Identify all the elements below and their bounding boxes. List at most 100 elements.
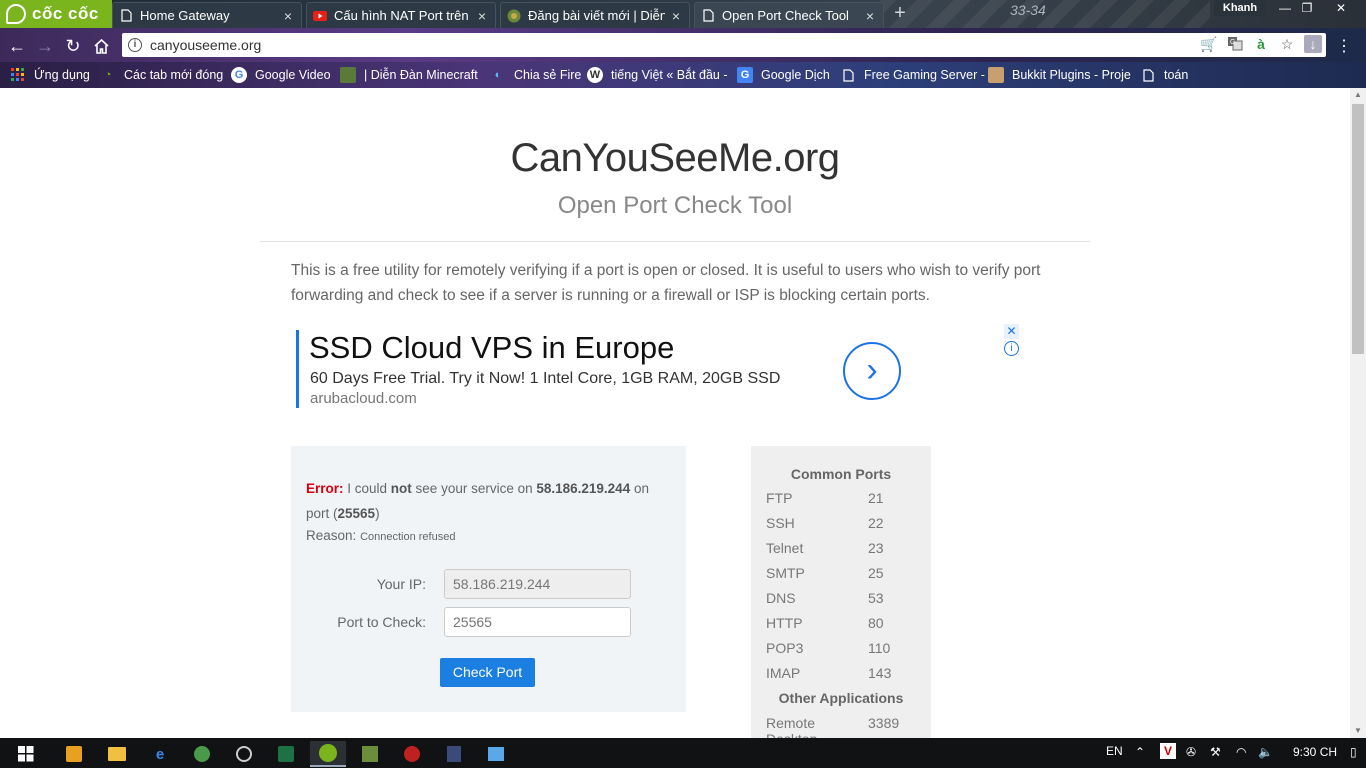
close-icon[interactable]: × bbox=[669, 8, 683, 24]
tab-home-gateway[interactable]: Home Gateway × bbox=[112, 2, 302, 28]
wifi-icon[interactable]: ◠ bbox=[1236, 745, 1246, 759]
apps-grid-icon bbox=[10, 67, 26, 83]
coccoc-logo-icon bbox=[6, 4, 26, 24]
port-row: HTTP 80 bbox=[766, 615, 926, 631]
result-not: not bbox=[390, 481, 412, 496]
port-name: IMAP bbox=[766, 665, 801, 681]
back-arrow-icon[interactable]: ← bbox=[6, 35, 28, 57]
reload-icon[interactable]: ↻ bbox=[62, 35, 84, 57]
theme-decoration-text: 33-34 bbox=[1010, 2, 1046, 18]
close-icon[interactable]: × bbox=[281, 8, 295, 24]
page-title: CanYouSeeMe.org bbox=[510, 136, 840, 180]
browser-logo[interactable]: cốc cốc bbox=[0, 0, 112, 28]
port-name: HTTP bbox=[766, 615, 803, 631]
bookmark-closed-tabs[interactable]: ◔ Các tab mới đóng bbox=[100, 66, 224, 84]
bookmark-apps[interactable]: Ứng dụng bbox=[10, 66, 90, 84]
result-ip: 58.186.219.244 bbox=[536, 481, 631, 496]
scroll-down-icon[interactable]: ▼ bbox=[1350, 724, 1366, 738]
restore-icon[interactable]: ❐ bbox=[1292, 0, 1322, 16]
tab-open-port-check[interactable]: Open Port Check Tool × bbox=[694, 2, 884, 28]
tab-strip: 33-34 cốc cốc Home Gateway × Cấu hình NA… bbox=[0, 0, 1366, 28]
unikey-icon[interactable]: V bbox=[1160, 743, 1176, 759]
scrollbar-thumb[interactable] bbox=[1352, 104, 1364, 354]
media-player-icon[interactable] bbox=[56, 741, 92, 767]
ad-close-icon[interactable]: ✕ bbox=[1004, 324, 1019, 339]
language-indicator[interactable]: EN bbox=[1106, 744, 1123, 758]
bookmark-star-icon[interactable]: ☆ bbox=[1278, 35, 1296, 53]
excel-icon[interactable] bbox=[268, 741, 304, 767]
youtube-icon bbox=[313, 9, 327, 23]
bookmark-free-gaming-server[interactable]: Free Gaming Server - bbox=[840, 66, 985, 84]
notification-icon[interactable]: ▯ bbox=[1350, 745, 1357, 759]
volume-icon[interactable]: 🔈 bbox=[1258, 745, 1273, 759]
edge-icon[interactable]: e bbox=[142, 741, 178, 767]
ad-info-icon[interactable]: i bbox=[1004, 341, 1019, 356]
site-info-icon[interactable]: i bbox=[128, 38, 142, 52]
bookmark-wordpress[interactable]: W tiếng Việt « Bắt đầu - bbox=[587, 66, 728, 84]
bookmark-google-video[interactable]: G Google Video bbox=[231, 66, 331, 84]
ad-headline[interactable]: SSD Cloud VPS in Europe bbox=[309, 330, 674, 366]
result-text: ) bbox=[375, 506, 380, 521]
menu-icon[interactable]: ⋮ bbox=[1334, 36, 1354, 56]
translate-icon: G bbox=[737, 67, 753, 83]
window-app-icon[interactable] bbox=[478, 741, 514, 767]
port-number: 22 bbox=[868, 515, 884, 531]
file-explorer-icon[interactable] bbox=[99, 741, 135, 767]
ad-domain[interactable]: arubacloud.com bbox=[310, 390, 417, 407]
clock[interactable]: 9:30 CH bbox=[1293, 745, 1337, 759]
bookmark-toan[interactable]: toán bbox=[1140, 66, 1188, 84]
tray-tool-icon[interactable]: ⚒ bbox=[1210, 745, 1221, 759]
ip-field[interactable]: 58.186.219.244 bbox=[444, 569, 631, 599]
bookmark-label: Google Video bbox=[255, 68, 331, 82]
scroll-up-icon[interactable]: ▲ bbox=[1350, 88, 1366, 102]
window-close-icon[interactable]: ✕ bbox=[1326, 0, 1356, 16]
new-tab-button[interactable]: + bbox=[890, 3, 910, 24]
tray-chevron-icon[interactable]: ⌃ bbox=[1135, 745, 1145, 759]
url-text[interactable]: canyouseeme.org bbox=[150, 37, 261, 53]
app-red-icon[interactable] bbox=[394, 741, 430, 767]
bookmark-label: Google Dịch bbox=[761, 68, 830, 82]
port-field[interactable]: 25565 bbox=[444, 607, 631, 637]
port-row: DNS 53 bbox=[766, 590, 926, 606]
vietnamese-input-icon[interactable]: à bbox=[1252, 35, 1270, 53]
browser-brand: cốc cốc bbox=[32, 4, 99, 23]
tab-title: Open Port Check Tool bbox=[722, 8, 849, 23]
result-text: I could bbox=[343, 481, 391, 496]
app-icon[interactable] bbox=[184, 741, 220, 767]
port-number: 3389 bbox=[868, 715, 900, 731]
minecraft-taskbar-icon[interactable] bbox=[352, 741, 388, 767]
ad-accent-bar bbox=[296, 330, 299, 408]
chevron-right-icon[interactable]: › bbox=[843, 342, 901, 400]
tray-app-icon[interactable]: ✇ bbox=[1186, 745, 1196, 759]
windows-start-icon[interactable] bbox=[8, 741, 44, 767]
download-icon[interactable]: ↓ bbox=[1304, 35, 1322, 53]
cart-icon[interactable]: 🛒 bbox=[1200, 35, 1218, 53]
tab-title: Cấu hình NAT Port trên thi bbox=[334, 8, 471, 23]
close-icon[interactable]: × bbox=[863, 8, 877, 24]
result-port: 25565 bbox=[337, 506, 376, 521]
page-scrollbar[interactable]: ▲ ▼ bbox=[1350, 88, 1366, 738]
windows-taskbar: e EN ⌃ V ✇ ⚒ ◠ 🔈 9:30 CH ▯ bbox=[0, 738, 1366, 768]
close-icon[interactable]: × bbox=[475, 8, 489, 24]
tab-nat-port[interactable]: Cấu hình NAT Port trên thi × bbox=[306, 2, 496, 28]
bookmark-label: Free Gaming Server - bbox=[864, 68, 985, 82]
bookmark-chia-se-fire[interactable]: ◐ Chia sẻ Fire bbox=[490, 66, 582, 84]
advertisement[interactable]: SSD Cloud VPS in Europe 60 Days Free Tri… bbox=[291, 324, 1019, 414]
translate-icon[interactable]: G bbox=[1226, 35, 1244, 53]
ip-label: Your IP: bbox=[376, 576, 426, 592]
forward-arrow-icon[interactable]: → bbox=[34, 35, 56, 57]
obs-icon[interactable] bbox=[226, 741, 262, 767]
page-icon bbox=[1140, 67, 1156, 83]
url-bar[interactable]: i canyouseeme.org 🛒 G à ☆ ↓ bbox=[122, 33, 1326, 57]
bookmark-bukkit-plugins[interactable]: Bukkit Plugins - Proje bbox=[988, 66, 1131, 84]
profile-name[interactable]: Khanh bbox=[1214, 0, 1266, 16]
coccoc-taskbar-icon[interactable] bbox=[310, 741, 346, 767]
check-port-button[interactable]: Check Port bbox=[440, 658, 535, 687]
wordpress-icon: W bbox=[587, 67, 603, 83]
game-icon[interactable] bbox=[436, 741, 472, 767]
other-apps-title: Other Applications bbox=[778, 690, 904, 706]
tab-forum-post[interactable]: Đăng bài viết mới | Diễn Đ × bbox=[500, 2, 690, 28]
home-icon[interactable] bbox=[90, 35, 112, 57]
bookmark-google-translate[interactable]: G Google Dịch bbox=[737, 66, 830, 84]
bookmark-minecraft-forum[interactable]: | Diễn Đàn Minecraft bbox=[340, 66, 478, 84]
